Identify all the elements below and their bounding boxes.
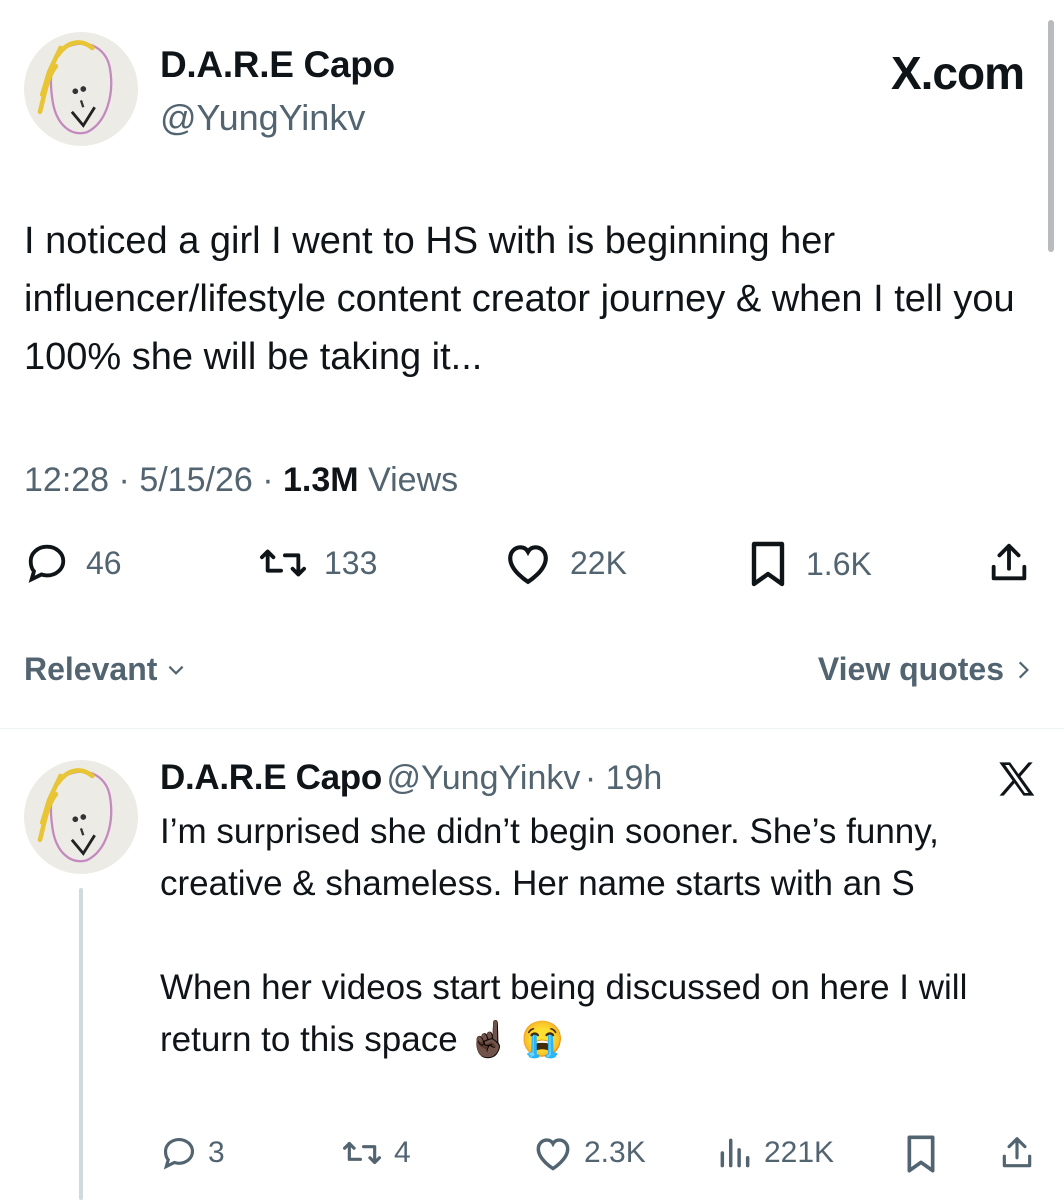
bookmark-icon — [907, 1135, 935, 1173]
heart-icon — [536, 1138, 570, 1171]
bookmark-count: 1.6K — [806, 545, 872, 582]
reply-bookmark-button[interactable] — [904, 1134, 938, 1179]
reply-count: 46 — [86, 544, 122, 581]
like-button[interactable]: 22K — [502, 540, 627, 586]
sort-label: Relevant — [24, 651, 158, 687]
views-label: Views — [368, 461, 459, 499]
repost-button[interactable]: 133 — [258, 540, 377, 586]
avatar-drawing — [37, 768, 113, 863]
reply-views-button[interactable]: 221K — [716, 1134, 834, 1172]
avatar[interactable] — [24, 32, 138, 146]
like-count: 22K — [570, 544, 627, 581]
reply-repost-count: 4 — [394, 1136, 411, 1169]
view-quotes-link[interactable]: View quotes — [818, 651, 1034, 688]
reply-avatar[interactable] — [24, 760, 138, 874]
tweet-time[interactable]: 12:28 — [24, 461, 109, 499]
reply-author-name[interactable]: D.A.R.E Capo — [160, 758, 382, 797]
reply-like-count: 2.3K — [584, 1136, 646, 1169]
scrollbar[interactable] — [1048, 20, 1054, 252]
reply-reply-count: 3 — [208, 1136, 225, 1169]
avatar-drawing — [37, 40, 113, 135]
reply-views-count: 221K — [764, 1136, 835, 1169]
site-label: X.com — [890, 47, 1025, 99]
x-logo-icon — [999, 762, 1035, 796]
reply-author-handle[interactable]: @YungYinkv — [386, 759, 580, 797]
repost-icon — [259, 549, 306, 577]
reply-header: D.A.R.E Capo @YungYinkv · 19h — [160, 758, 663, 797]
section-divider — [0, 728, 1064, 729]
views-count: 1.3M — [283, 461, 359, 499]
share-icon — [991, 543, 1027, 581]
heart-icon — [508, 545, 548, 585]
share-icon — [1002, 1137, 1032, 1168]
repost-icon — [343, 1141, 381, 1165]
tweet-meta: 12:28 · 5/15/26 · 1.3M Views — [24, 461, 459, 499]
reply-age[interactable]: 19h — [606, 759, 663, 797]
bookmark-icon — [751, 541, 785, 587]
repost-count: 133 — [324, 544, 378, 581]
reply-text: I’m surprised she didn’t begin sooner. S… — [160, 812, 968, 1059]
comment-icon — [163, 1137, 195, 1170]
reply-like-button[interactable]: 2.3K — [532, 1134, 646, 1172]
reply-share-button[interactable] — [998, 1134, 1036, 1177]
tweet-date[interactable]: 5/15/26 — [139, 461, 252, 499]
reply-button[interactable]: 46 — [24, 540, 122, 586]
chevron-right-icon — [1018, 661, 1029, 678]
author-handle[interactable]: @YungYinkv — [160, 97, 365, 139]
thread-line — [79, 888, 83, 1200]
share-button[interactable] — [986, 540, 1032, 591]
sort-dropdown[interactable]: Relevant — [24, 651, 187, 688]
author-name[interactable]: D.A.R.E Capo — [160, 44, 395, 86]
bookmark-button[interactable]: 1.6K — [746, 540, 872, 588]
view-quotes-label: View quotes — [817, 651, 1004, 687]
bar-chart-icon — [720, 1138, 750, 1168]
reply-repost-button[interactable]: 4 — [340, 1134, 411, 1172]
reply-reply-button[interactable]: 3 — [160, 1134, 225, 1172]
tweet-text: I noticed a girl I went to HS with is be… — [24, 220, 1015, 378]
chevron-down-icon — [169, 665, 184, 675]
comment-icon — [28, 544, 66, 583]
